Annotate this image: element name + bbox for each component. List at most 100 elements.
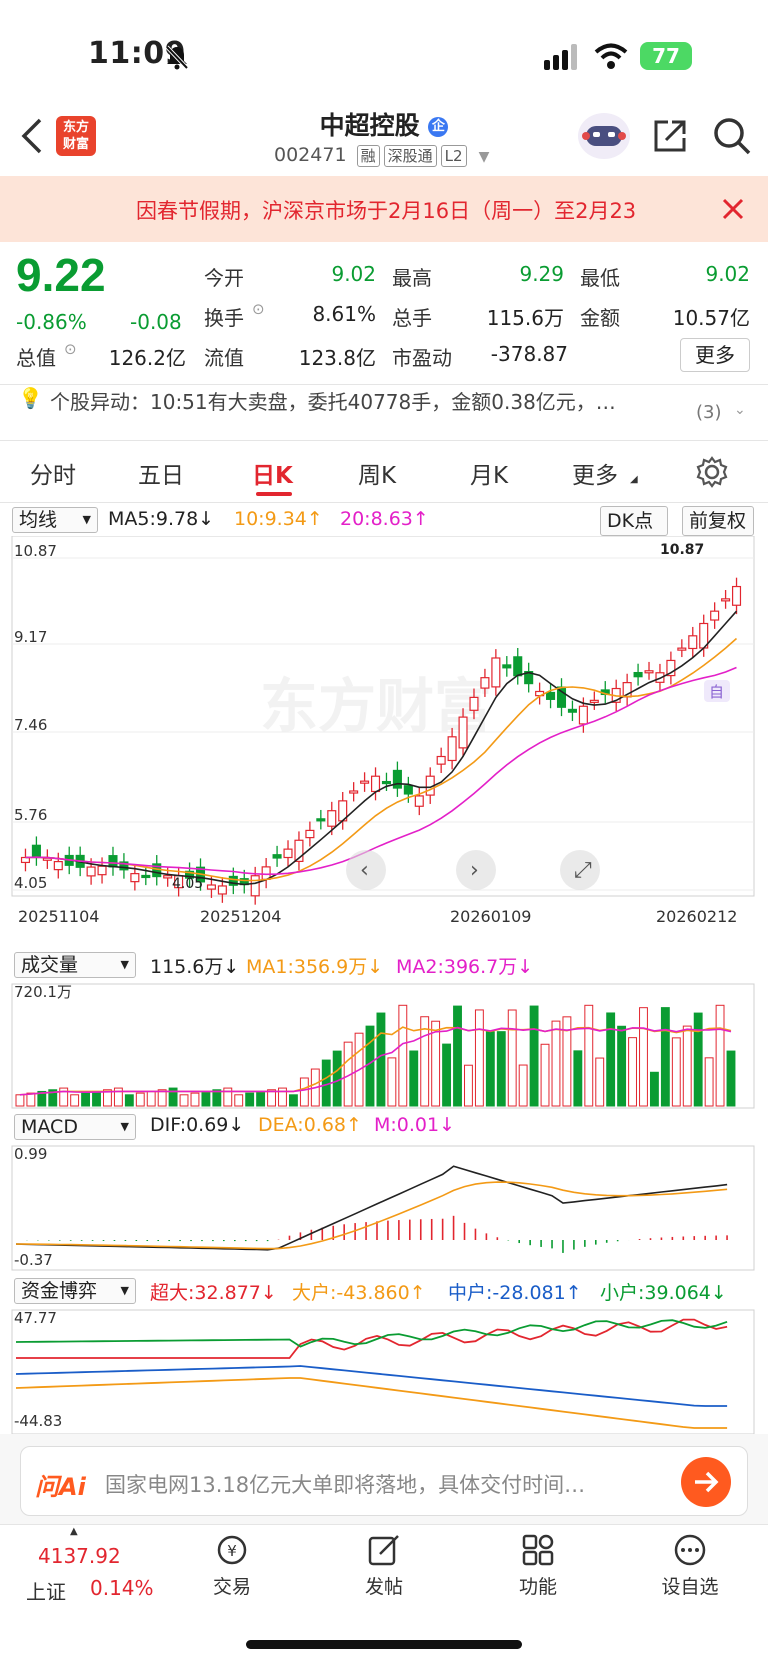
kline-chart[interactable]: 10.87 9.17 7.46 5.76 4.05 东方财富 10.87 4.05 自 20251… (0, 536, 768, 948)
volume-bar (70, 1094, 80, 1107)
svg-text:¥: ¥ (227, 1542, 237, 1560)
volume-ma1: MA1:356.9万↓ (246, 956, 384, 978)
fund-super: 超大:32.877↓ (150, 1282, 277, 1304)
macd-selector-label: MACD (21, 1116, 78, 1138)
candle-body (305, 829, 315, 839)
volume-selector[interactable]: 成交量 ▼ (14, 952, 136, 978)
volume-bar (518, 1064, 528, 1107)
nav-trade-label: 交易 (212, 1576, 251, 1598)
share-icon[interactable] (652, 118, 688, 154)
volume-bar (124, 1094, 134, 1107)
stock-code-line[interactable]: 002471 融深股通 L2 ▼ (274, 144, 489, 167)
adjust-button[interactable]: 前复权 (682, 506, 754, 536)
fund-large-line (15, 1377, 728, 1429)
alert-count[interactable]: (3) (696, 402, 722, 423)
tab-weekly-k[interactable]: 周K (358, 456, 396, 490)
fund-selector[interactable]: 资金博弈 ▼ (14, 1278, 136, 1304)
volume-bar (442, 1043, 452, 1107)
send-button[interactable] (681, 1457, 731, 1507)
dropdown-icon: ▼ (120, 1284, 129, 1297)
tab-more[interactable]: 更多 (572, 456, 618, 490)
volume-bar (190, 1092, 200, 1107)
nav-watchlist[interactable]: 设自选 (640, 1532, 740, 1599)
dk-point-button[interactable]: DK点 (600, 506, 668, 536)
volume-bar (693, 1012, 703, 1107)
info-icon[interactable]: ⊙ (64, 340, 77, 358)
nav-post[interactable]: 发帖 (334, 1532, 434, 1599)
volume-bar (529, 1005, 539, 1107)
volume-bar (420, 1016, 430, 1107)
nav-function[interactable]: 功能 (488, 1532, 588, 1599)
macd-dif-line (15, 1165, 728, 1251)
volume-bar (431, 1020, 441, 1107)
volume-bar (365, 1025, 375, 1107)
volume-bar (245, 1092, 255, 1107)
index-name[interactable]: 上证 (26, 1576, 66, 1605)
candle-body (108, 855, 118, 868)
search-icon[interactable] (712, 116, 752, 156)
candle-body (491, 657, 501, 688)
stock-title: 中超控股 (319, 111, 420, 140)
robot-avatar-icon[interactable] (576, 110, 632, 160)
macd-selector[interactable]: MACD ▼ (14, 1114, 136, 1140)
turnover-value: 8.61% (312, 302, 376, 326)
candle-body (250, 875, 260, 897)
volume-bar (595, 1057, 605, 1107)
macd-chart[interactable]: 0.99 -0.37 (0, 1142, 768, 1272)
volume-bar (496, 1031, 506, 1107)
tab-daily-k[interactable]: 日K (252, 456, 293, 490)
tab-five-day[interactable]: 五日 (138, 456, 184, 490)
signal-icon (544, 44, 577, 70)
divider (0, 440, 768, 441)
volume-max-label: 720.1万 (14, 983, 72, 1001)
index-change[interactable]: 0.14% (90, 1576, 154, 1600)
ask-ai-input[interactable]: 问Ai 国家电网13.18亿元大单即将落地，具体交付时间… (20, 1446, 748, 1516)
divider (0, 384, 768, 385)
current-price: 9.22 (16, 249, 106, 301)
low-value: 9.02 (705, 262, 750, 286)
volume-bar (704, 1057, 714, 1107)
candle-body (589, 699, 599, 703)
x-axis-label: 20251104 (18, 907, 99, 926)
volume-bar (299, 1077, 309, 1107)
settings-gear-icon[interactable] (696, 456, 728, 488)
volume-bar (682, 1025, 692, 1107)
fund-mid: 中户:-28.081↑ (448, 1282, 582, 1304)
candle-body (731, 585, 742, 606)
volume-bar (639, 1007, 648, 1107)
change-pct: -0.86% (16, 310, 87, 334)
ask-ai-brand: 问Ai (35, 1473, 86, 1501)
volume-selector-label: 成交量 (21, 954, 79, 976)
grid-icon (522, 1534, 554, 1566)
ma10-value: 10:9.34↑ (234, 508, 323, 530)
amount-label: 金额 (580, 306, 620, 330)
candle-body (272, 854, 282, 859)
close-icon[interactable] (722, 198, 744, 220)
candle-body (513, 656, 523, 677)
indicator-selector[interactable]: 均线 ▼ (12, 507, 98, 533)
alert-text[interactable]: 个股异动：10:51有大卖盘，委托40778手，金额0.38亿元，… (50, 386, 670, 415)
tab-monthly-k[interactable]: 月K (470, 456, 508, 490)
nav-trade[interactable]: ¥ 交易 (182, 1532, 282, 1599)
fund-chart[interactable]: 47.77 -44.83 (0, 1306, 768, 1434)
pe-value: -378.87 (490, 342, 568, 366)
candle-body (677, 647, 687, 651)
info-icon[interactable]: ⊙ (252, 300, 265, 318)
index-value[interactable]: 4137.92 (38, 1544, 121, 1568)
tab-intraday[interactable]: 分时 (30, 456, 76, 490)
stock-code: 002471 (274, 144, 347, 166)
volume-chart[interactable]: 720.1万 (0, 980, 768, 1110)
volume-ma2: MA2:396.7万↓ (396, 956, 534, 978)
volume-bar (551, 1020, 561, 1107)
candle-body (360, 780, 370, 784)
fund-max-label: 47.77 (14, 1309, 57, 1327)
edit-icon (368, 1535, 399, 1566)
more-button[interactable]: 更多 (680, 338, 750, 372)
candle-body (370, 775, 381, 793)
volume-bar (387, 1057, 397, 1107)
fund-small: 小户:39.064↓ (600, 1282, 727, 1304)
candle-body (141, 874, 151, 879)
amount-value: 10.57亿 (672, 306, 750, 330)
chevron-down-icon[interactable]: ⌄ (734, 402, 746, 418)
volume-value: 115.6万↓ (150, 956, 240, 978)
